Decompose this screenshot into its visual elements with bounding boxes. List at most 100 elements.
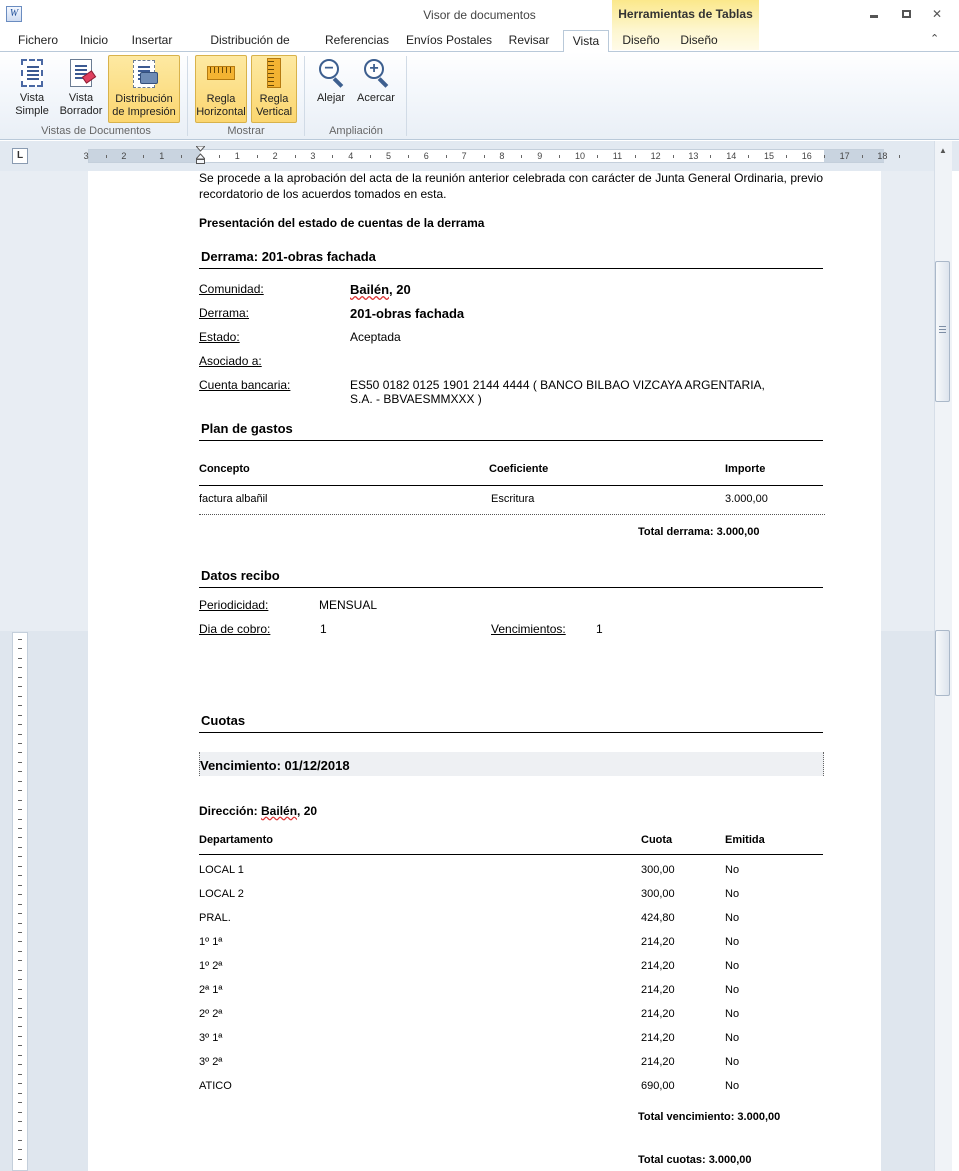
vista-simple-label-2: Simple bbox=[15, 105, 49, 117]
department-cell: 1º 2ª bbox=[199, 960, 223, 972]
regla-horizontal-button[interactable]: Regla Horizontal bbox=[195, 55, 247, 123]
department-cell: 2º 2ª bbox=[199, 1008, 223, 1020]
vertical-ruler-tick bbox=[18, 1064, 22, 1066]
regla-vertical-label-1: Regla bbox=[259, 93, 289, 105]
tab-referencias[interactable]: Referencias bbox=[321, 30, 393, 51]
alejar-button[interactable]: − Alejar bbox=[311, 55, 351, 123]
ruler-number: 12 bbox=[650, 151, 661, 161]
col-coeficiente: Coeficiente bbox=[489, 463, 549, 475]
cuota-cell: 214,20 bbox=[641, 1032, 675, 1044]
estado-label: Estado: bbox=[199, 330, 240, 344]
vertical-ruler-tick bbox=[18, 1045, 22, 1047]
minimize-icon[interactable] bbox=[864, 6, 884, 22]
cuenta-value-2: S.A. - BBVAESMMXXX ) bbox=[350, 392, 482, 406]
vertical-ruler-tick bbox=[18, 979, 22, 981]
regla-vertical-button[interactable]: Regla Vertical bbox=[251, 55, 297, 123]
tab-diseno-2[interactable]: Diseño bbox=[675, 30, 723, 51]
vertical-ruler-tick bbox=[18, 639, 22, 640]
zoom-out-icon: − bbox=[315, 57, 347, 89]
vertical-ruler-tick bbox=[18, 913, 22, 915]
col-importe: Importe bbox=[725, 463, 766, 475]
horizontal-ruler[interactable]: 3 2 1 1 2 3 4 5 6 7 8 9 10 11 12 13 14 15 16 17 18 bbox=[84, 149, 901, 163]
vista-simple-button[interactable]: Vista Simple bbox=[10, 55, 54, 123]
page-view-icon bbox=[16, 57, 48, 89]
group-separator bbox=[187, 56, 188, 136]
emitida-cell: No bbox=[725, 1032, 740, 1044]
department-cell: LOCAL 1 bbox=[199, 864, 244, 876]
cuenta-label: Cuenta bancaria: bbox=[199, 378, 291, 392]
vertical-ruler-tick bbox=[18, 1120, 22, 1122]
document-page[interactable] bbox=[88, 171, 881, 1171]
ruler-tick bbox=[143, 155, 145, 158]
ruler-tick bbox=[105, 155, 107, 158]
vertical-ruler[interactable] bbox=[12, 632, 28, 1171]
cuenta-value-1: ES50 0182 0125 1901 2144 4444 ( BANCO BI… bbox=[350, 378, 765, 392]
vertical-ruler-tick bbox=[18, 865, 22, 867]
regla-horizontal-label-2: Horizontal bbox=[196, 106, 246, 118]
ruler-number: 14 bbox=[726, 151, 737, 161]
vertical-ruler-tick bbox=[18, 969, 22, 971]
divider bbox=[199, 268, 823, 269]
regla-horizontal-label-1: Regla bbox=[206, 93, 236, 105]
ruler-number: 8 bbox=[499, 151, 505, 161]
scroll-up-icon[interactable]: ▲ bbox=[936, 146, 950, 158]
vertical-ruler-tick bbox=[18, 922, 22, 924]
acercar-label: Acercar bbox=[357, 92, 395, 104]
tab-distribucion-pagina[interactable]: Distribución de Página bbox=[190, 30, 310, 67]
vista-borrador-label-1: Vista bbox=[68, 92, 94, 104]
department-cell: 2ª 1ª bbox=[199, 984, 223, 996]
dia-cobro-value: 1 bbox=[320, 622, 327, 636]
tab-fichero[interactable]: Fichero bbox=[10, 30, 66, 51]
cuota-cell: 300,00 bbox=[641, 864, 675, 876]
divider bbox=[199, 485, 823, 486]
indent-marker-icon[interactable] bbox=[196, 146, 205, 164]
ruler-tick bbox=[370, 155, 372, 158]
scroll-thumb-lower[interactable] bbox=[935, 630, 950, 696]
tab-revisar[interactable]: Revisar bbox=[505, 30, 553, 51]
ruler-number: 15 bbox=[764, 151, 775, 161]
vertical-ruler-tick bbox=[18, 950, 22, 952]
group-label-vistas: Vistas de Documentos bbox=[41, 125, 151, 137]
vertical-ruler-tick bbox=[18, 780, 22, 782]
restore-icon[interactable] bbox=[896, 6, 916, 22]
vertical-ruler-tick bbox=[18, 733, 22, 735]
vertical-ruler-tick bbox=[18, 1130, 22, 1132]
cuota-cell: 300,00 bbox=[641, 888, 675, 900]
ruler-number: 7 bbox=[461, 151, 467, 161]
vertical-ruler-tick bbox=[18, 894, 22, 896]
vertical-ruler-icon bbox=[258, 58, 290, 90]
vertical-ruler-tick bbox=[18, 998, 22, 1000]
vertical-ruler-tick bbox=[18, 752, 22, 754]
cuota-cell: 214,20 bbox=[641, 1008, 675, 1020]
tab-stop-selector[interactable]: L bbox=[12, 148, 28, 164]
horizontal-ruler-icon bbox=[205, 58, 237, 90]
emitida-cell: No bbox=[725, 912, 740, 924]
vertical-ruler-tick bbox=[18, 648, 22, 650]
vista-borrador-button[interactable]: Vista Borrador bbox=[56, 55, 106, 123]
tab-inicio[interactable]: Inicio bbox=[74, 30, 114, 51]
tab-diseno-1[interactable]: Diseño bbox=[617, 30, 665, 51]
vertical-ruler-tick bbox=[18, 1017, 22, 1018]
emitida-cell: No bbox=[725, 936, 740, 948]
tab-vista[interactable]: Vista bbox=[563, 30, 609, 52]
group-label-mostrar: Mostrar bbox=[227, 125, 265, 137]
close-icon[interactable]: ✕ bbox=[927, 6, 947, 22]
derrama-value: 201-obras fachada bbox=[350, 306, 465, 321]
distribucion-impresion-button[interactable]: Distribución de Impresión bbox=[108, 55, 180, 123]
recibo-title: Datos recibo bbox=[201, 568, 280, 583]
cuota-cell: 214,20 bbox=[641, 1056, 675, 1068]
vertical-ruler-tick bbox=[18, 676, 22, 678]
acercar-button[interactable]: + Acercar bbox=[354, 55, 398, 123]
vertical-ruler-tick bbox=[18, 960, 22, 962]
vertical-ruler-tick bbox=[18, 761, 22, 763]
tab-envios-postales[interactable]: Envíos Postales bbox=[404, 30, 494, 51]
ruler-tick bbox=[256, 155, 258, 158]
collapse-ribbon-icon[interactable]: ⌃ bbox=[930, 32, 939, 45]
tab-insertar[interactable]: Insertar bbox=[125, 30, 179, 51]
distribucion-label-1: Distribución bbox=[115, 93, 173, 105]
department-cell: 3º 1ª bbox=[199, 1032, 223, 1044]
scroll-grip-icon bbox=[939, 326, 946, 334]
ruler-number: 2 bbox=[272, 151, 278, 161]
ruler-number: 6 bbox=[423, 151, 429, 161]
cuota-cell: 214,20 bbox=[641, 936, 675, 948]
